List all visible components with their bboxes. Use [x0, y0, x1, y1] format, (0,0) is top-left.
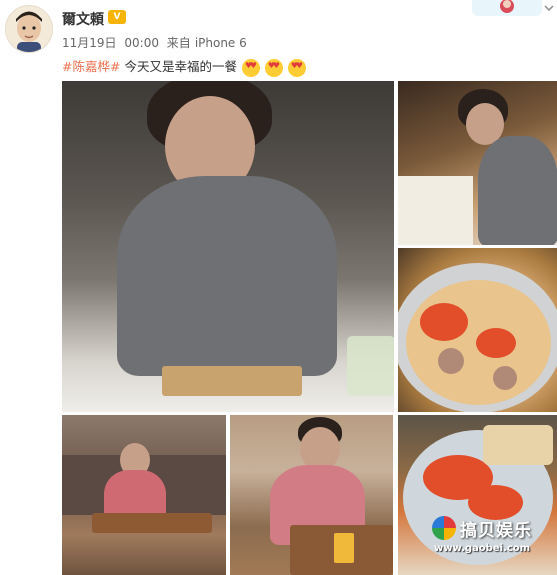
food-shape: [483, 425, 553, 465]
photo-eating-sofa-2[interactable]: [230, 415, 393, 575]
username[interactable]: 爾文頼: [62, 9, 104, 29]
post-meta: 11月19日 00:00 来自 iPhone 6: [62, 34, 251, 51]
child-avatar-icon: [6, 6, 52, 52]
juice-glass: [334, 533, 354, 563]
shirt-shape: [478, 136, 557, 245]
crab-shape: [420, 303, 468, 341]
meatball-shape: [438, 348, 464, 374]
photo-eating-sofa-1[interactable]: [62, 415, 226, 575]
vip-badge-icon: V: [108, 10, 126, 24]
container-shape: [347, 336, 394, 396]
shirt-shape: [117, 176, 337, 376]
photo-cooking-kitchen[interactable]: [398, 81, 557, 245]
post-body: 今天又是幸福的一餐: [124, 59, 237, 74]
watermark-title: 搞贝娱乐: [460, 521, 532, 541]
heart-eyes-emoji-icon: [264, 58, 283, 77]
photo-lobster[interactable]: 搞贝娱乐 www.gaobei.com: [398, 415, 557, 575]
source-prefix: 来自: [166, 36, 191, 50]
post-date[interactable]: 11月19日: [62, 36, 117, 50]
post-text: #陈嘉桦# 今天又是幸福的一餐: [62, 56, 306, 77]
hashtag-link[interactable]: #陈嘉桦#: [62, 59, 120, 74]
photo-cooking-large[interactable]: [62, 81, 394, 412]
avatar[interactable]: [5, 5, 53, 53]
watermark-url: www.gaobei.com: [434, 543, 531, 554]
profile-card-fragment: [472, 0, 542, 16]
watermark: 搞贝娱乐 www.gaobei.com: [428, 512, 552, 560]
watermark-logo-icon: [432, 516, 456, 540]
cutting-board: [162, 366, 302, 396]
chevron-down-icon[interactable]: [543, 2, 555, 14]
heart-eyes-emoji-icon: [241, 58, 260, 77]
crab-claw-shape: [476, 328, 516, 358]
meatball-shape: [493, 366, 517, 390]
post-source[interactable]: iPhone 6: [195, 36, 247, 50]
table-shape: [92, 513, 212, 533]
counter-shape: [398, 176, 473, 245]
post-time[interactable]: 00:00: [124, 36, 159, 50]
heart-eyes-emoji-icon: [287, 58, 306, 77]
photo-hotpot[interactable]: [398, 248, 557, 412]
